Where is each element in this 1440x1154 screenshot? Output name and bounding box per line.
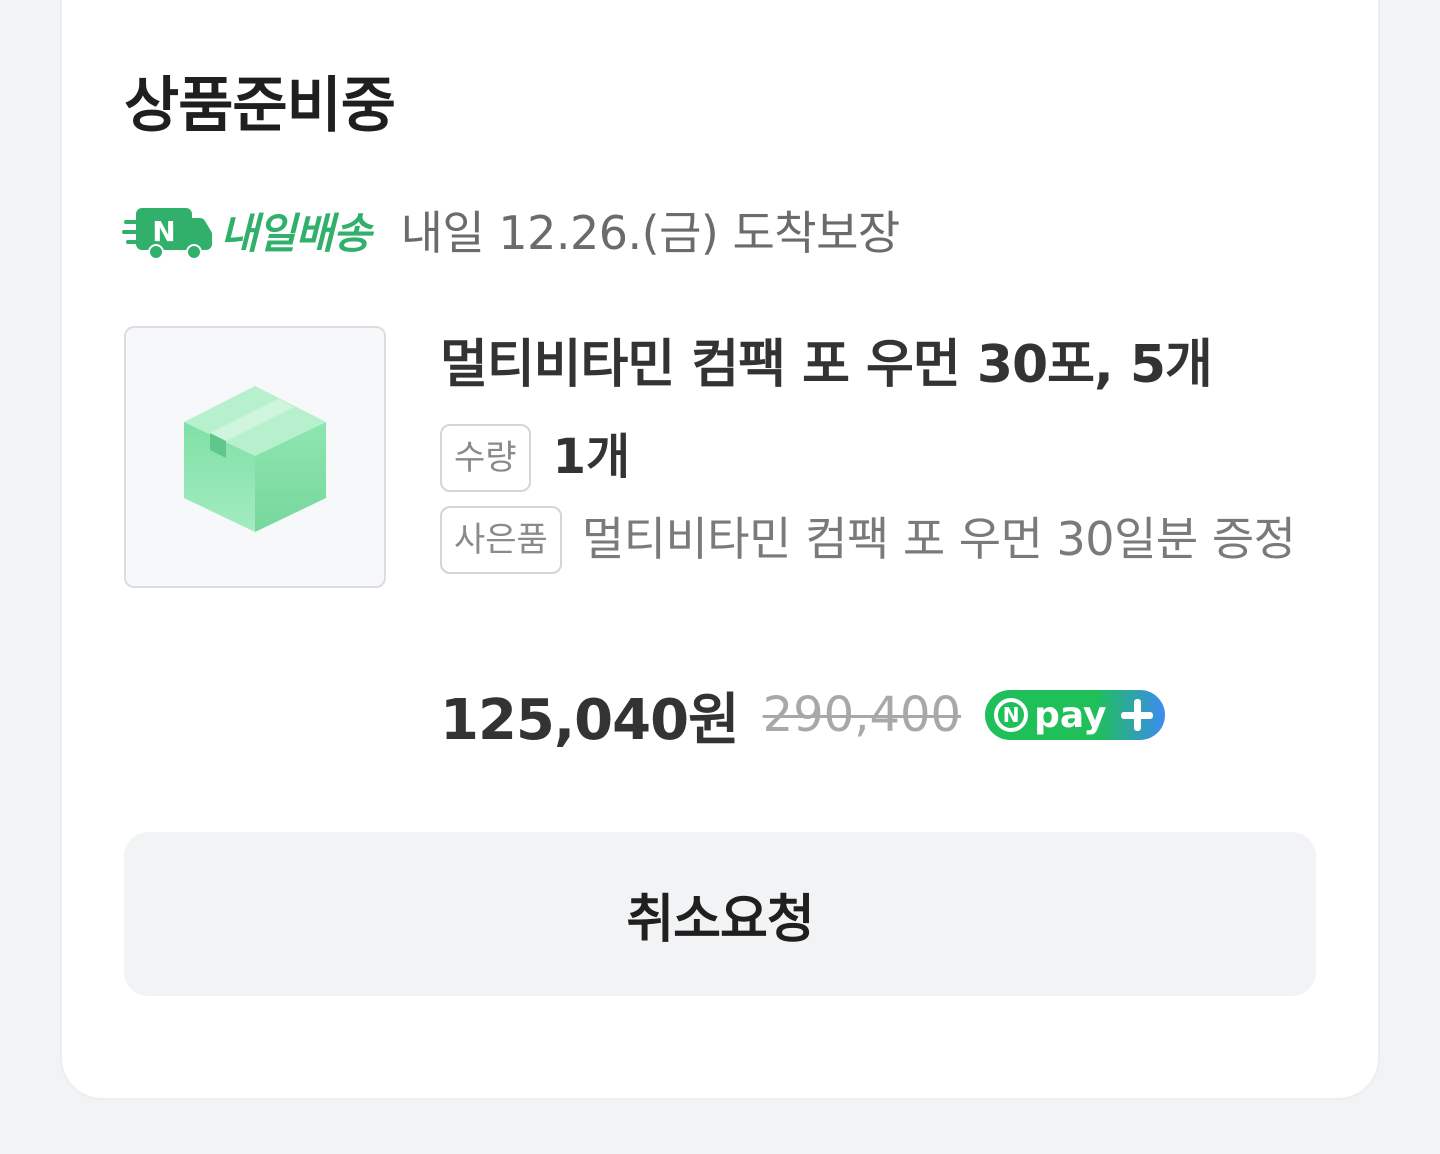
order-status-title: 상품준비중	[124, 71, 396, 141]
plus-icon	[1121, 699, 1154, 731]
delivery-brand-label: 내일배송	[220, 208, 372, 258]
npay-plus-badge: N pay	[985, 690, 1166, 740]
box-icon	[184, 386, 326, 532]
price-row: 125,040원 290,400 N pay	[440, 680, 1166, 753]
quantity-row: 수량 1개	[440, 424, 630, 492]
gift-row: 사은품 멀티비타민 컴팩 포 우먼 30일분 증정	[440, 506, 1300, 576]
original-price: 290,400	[762, 687, 962, 743]
delivery-info: N 내일배송 내일 12.26.(금) 도착보장	[122, 196, 900, 264]
product-name[interactable]: 멀티비타민 컴팩 포 우먼 30포, 5개	[440, 330, 1213, 400]
quantity-tag: 수량	[440, 424, 531, 492]
gift-tag: 사은품	[440, 506, 562, 574]
delivery-truck-icon: N	[122, 200, 214, 260]
cancel-request-button[interactable]: 취소요청	[124, 832, 1316, 996]
product-thumbnail[interactable]	[124, 326, 386, 588]
gift-value: 멀티비타민 컴팩 포 우먼 30일분 증정	[581, 512, 1296, 566]
sale-price: 125,040원	[440, 687, 740, 753]
delivery-badge-letter: N	[152, 215, 175, 248]
npay-label: pay	[1034, 694, 1107, 736]
delivery-date-text: 내일 12.26.(금) 도착보장	[400, 206, 901, 260]
quantity-value: 1개	[552, 429, 631, 485]
npay-n-icon: N	[994, 698, 1029, 732]
